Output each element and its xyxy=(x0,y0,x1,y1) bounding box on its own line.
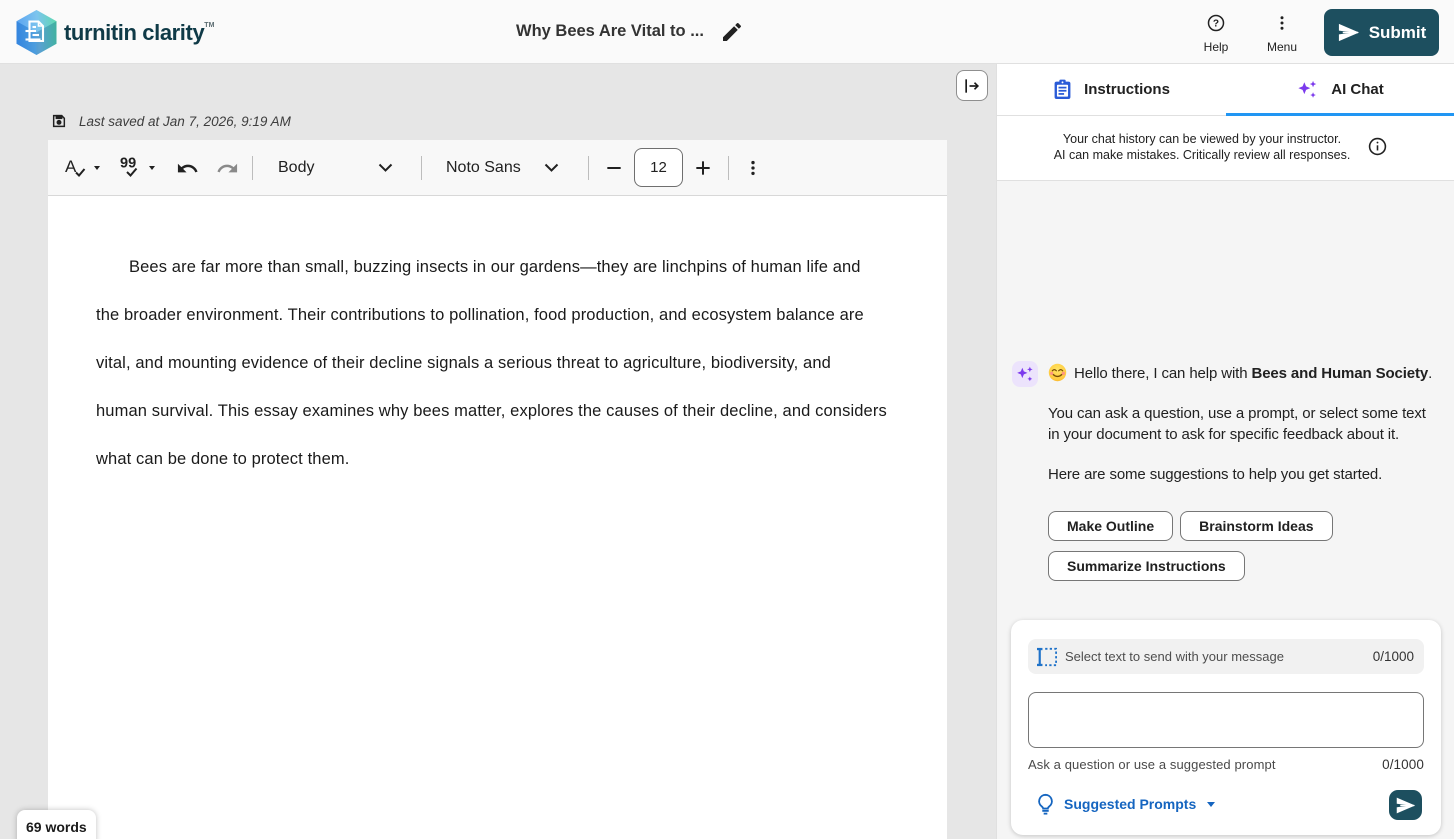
svg-text:?: ? xyxy=(1213,18,1219,29)
svg-text:99: 99 xyxy=(120,156,136,172)
svg-text:A: A xyxy=(65,157,77,176)
